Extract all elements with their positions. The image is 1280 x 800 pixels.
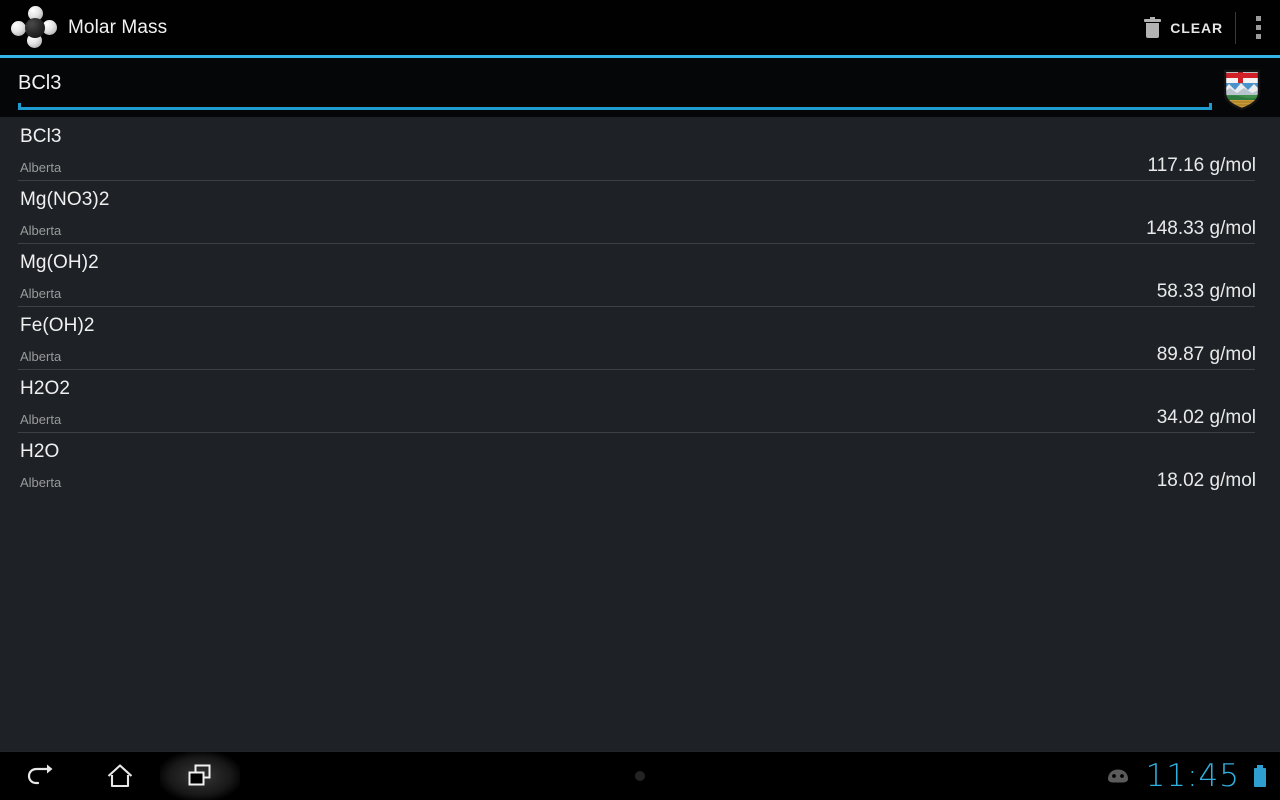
results-list: BCl3 Alberta 117.16 g/mol Mg(NO3)2 Alber…: [0, 118, 1280, 496]
row-source: Alberta: [20, 475, 62, 490]
hydrogen-atom: [11, 20, 26, 36]
table-row[interactable]: Fe(OH)2 Alberta 89.87 g/mol: [0, 307, 1280, 370]
action-bar: Molar Mass CLEAR: [0, 0, 1280, 55]
table-row[interactable]: Mg(OH)2 Alberta 58.33 g/mol: [0, 244, 1280, 307]
table-row[interactable]: Mg(NO3)2 Alberta 148.33 g/mol: [0, 181, 1280, 244]
row-source: Alberta: [20, 160, 62, 175]
overflow-menu-icon[interactable]: [1236, 0, 1280, 55]
row-source: Alberta: [20, 286, 62, 301]
home-icon: [107, 764, 133, 788]
row-mass: 34.02 g/mol: [1156, 407, 1256, 428]
row-formula: Fe(OH)2: [20, 315, 95, 336]
clock: 11:45: [1145, 757, 1240, 794]
battery-icon: [1254, 765, 1266, 787]
recent-apps-icon: [188, 764, 211, 786]
row-formula: H2O2: [20, 378, 71, 399]
search-input[interactable]: [18, 72, 1198, 95]
table-row[interactable]: BCl3 Alberta 117.16 g/mol: [0, 118, 1280, 181]
trash-icon: [1144, 17, 1162, 38]
row-mass: 117.16 g/mol: [1147, 155, 1256, 176]
row-source: Alberta: [20, 223, 62, 238]
row-mass: 58.33 g/mol: [1156, 281, 1256, 302]
row-formula: Mg(OH)2: [20, 252, 99, 273]
row-formula: BCl3: [20, 126, 62, 147]
back-arrow-icon: [27, 764, 53, 785]
clear-button[interactable]: CLEAR: [1136, 0, 1235, 55]
back-button[interactable]: [0, 752, 80, 800]
row-source: Alberta: [20, 412, 62, 427]
app-screen: Molar Mass CLEAR BCl3 BCl3 Alberta 117.1…: [0, 0, 1280, 800]
row-mass: 89.87 g/mol: [1156, 344, 1256, 365]
alberta-shield-icon[interactable]: [1223, 69, 1261, 111]
row-formula: Mg(NO3)2: [20, 189, 110, 210]
carbon-atom: [25, 17, 45, 38]
clear-button-label: CLEAR: [1170, 19, 1223, 36]
nav-buttons-group: [0, 752, 240, 800]
app-title: Molar Mass: [68, 16, 168, 38]
methane-molecule-icon: [8, 4, 62, 52]
notification-dot: [635, 771, 645, 781]
home-button[interactable]: [80, 752, 160, 800]
search-input-underline: [18, 103, 1212, 110]
table-row[interactable]: H2O Alberta 18.02 g/mol: [0, 433, 1280, 496]
android-head-icon: [1107, 769, 1128, 783]
row-mass: 18.02 g/mol: [1156, 470, 1256, 491]
status-cluster[interactable]: 11:45: [1106, 752, 1266, 800]
row-mass: 148.33 g/mol: [1146, 218, 1256, 239]
row-source: Alberta: [20, 349, 62, 364]
recent-apps-button[interactable]: [160, 752, 240, 800]
table-row[interactable]: H2O2 Alberta 34.02 g/mol: [0, 370, 1280, 433]
row-formula: H2O: [20, 441, 60, 462]
